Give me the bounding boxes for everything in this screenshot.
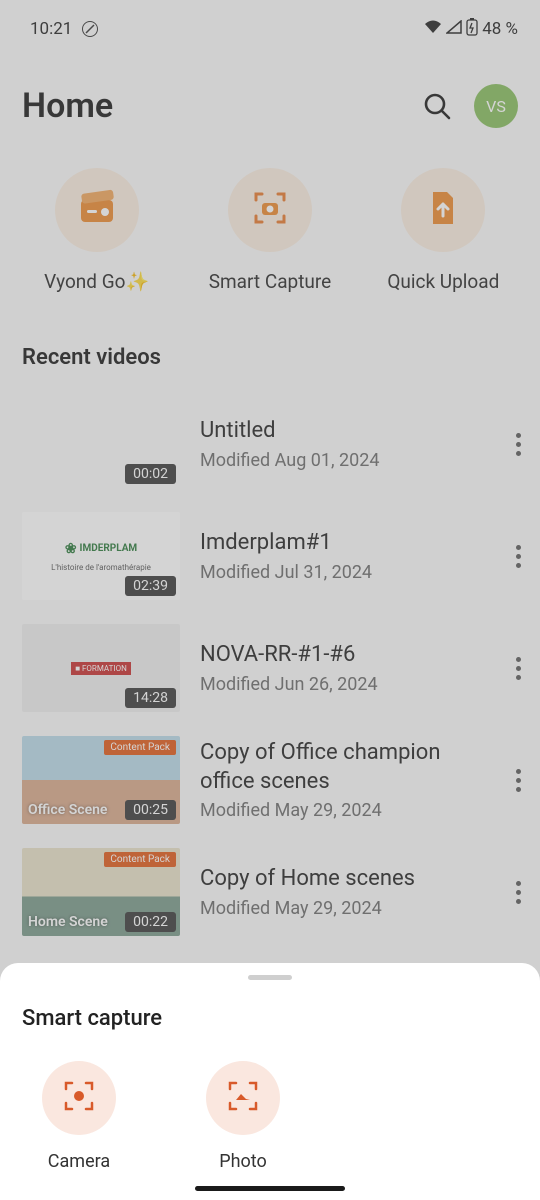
sheet-action-camera[interactable]: Camera [42,1061,116,1172]
app-root: 10:21 48 % Home VS [0,0,540,1200]
photo-target-icon [224,1077,262,1119]
smart-capture-sheet: Smart capture Camera Photo [0,963,540,1200]
android-nav-indicator[interactable] [195,1186,345,1191]
camera-target-icon [60,1077,98,1119]
sheet-action-label: Photo [219,1151,267,1172]
sheet-drag-handle[interactable] [248,975,292,980]
sheet-action-label: Camera [48,1151,110,1172]
sheet-title: Smart capture [0,1006,540,1051]
sheet-action-photo[interactable]: Photo [206,1061,280,1172]
